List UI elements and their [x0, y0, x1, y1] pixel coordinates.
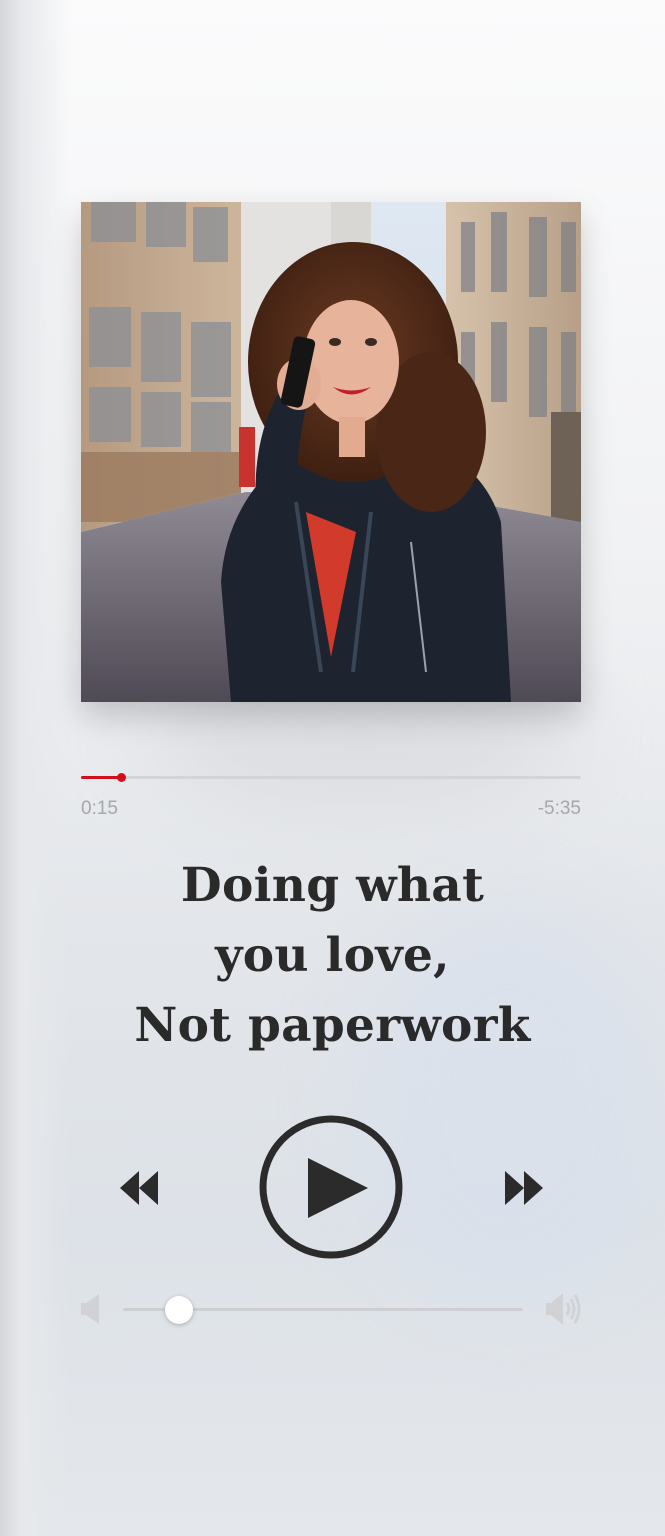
- playback-progress-bar[interactable]: [81, 772, 581, 782]
- track-title-line: Doing what: [180, 858, 485, 913]
- volume-low-icon[interactable]: [80, 1293, 102, 1325]
- rewind-icon: [120, 1171, 158, 1205]
- remaining-time: -5:35: [537, 798, 581, 819]
- progress-track: [81, 776, 581, 779]
- volume-slider[interactable]: [123, 1296, 523, 1324]
- rewind-button[interactable]: [118, 1167, 160, 1209]
- progress-knob[interactable]: [117, 773, 126, 782]
- play-button[interactable]: [258, 1114, 404, 1260]
- play-icon: [259, 1115, 403, 1259]
- track-title-line: you love,: [215, 928, 450, 983]
- progress-fill: [81, 776, 121, 779]
- track-title-line: Not paperwork: [134, 998, 531, 1053]
- background-edge: [0, 0, 70, 1536]
- fast-forward-icon: [505, 1171, 543, 1205]
- fast-forward-button[interactable]: [503, 1167, 545, 1209]
- elapsed-time: 0:15: [81, 798, 118, 819]
- volume-high-icon[interactable]: [544, 1290, 584, 1328]
- album-art: [81, 202, 581, 702]
- volume-knob[interactable]: [165, 1296, 193, 1324]
